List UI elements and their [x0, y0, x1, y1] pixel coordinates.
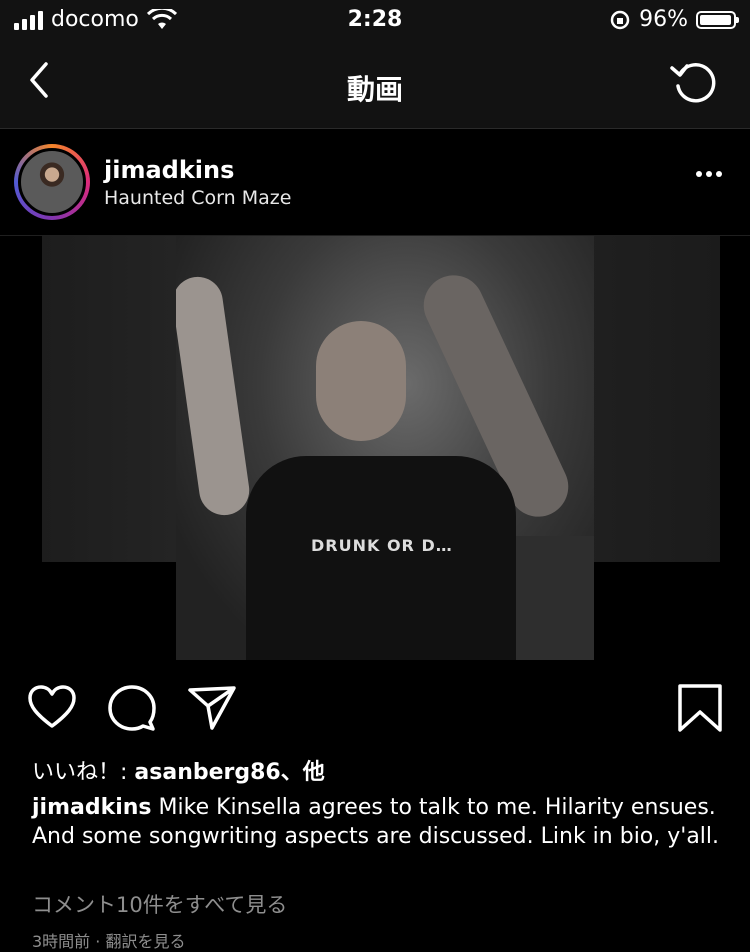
status-left: docomo	[14, 7, 177, 32]
orientation-lock-icon	[610, 10, 630, 29]
likes-prefix: いいね！:	[32, 760, 135, 785]
comment-icon[interactable]	[106, 682, 158, 734]
carrier-label: docomo	[51, 7, 139, 32]
post-caption: jimadkins Mike Kinsella agrees to talk t…	[32, 793, 722, 851]
status-right: 96%	[609, 7, 739, 32]
likes-line: いいね！: asanberg86、他	[32, 754, 325, 786]
likes-user[interactable]: asanberg86	[134, 760, 280, 785]
post-video[interactable]: DRUNK OR D…	[0, 236, 750, 660]
status-bar: docomo 2:28 96%	[0, 0, 750, 44]
post-header: jimadkins Haunted Corn Maze	[0, 129, 750, 236]
video-frame: DRUNK OR D…	[176, 236, 594, 660]
view-all-comments-link[interactable]: コメント10件をすべて見る	[32, 889, 287, 919]
signal-icon	[14, 10, 43, 30]
more-options-icon[interactable]	[696, 171, 722, 177]
heart-icon[interactable]	[26, 682, 78, 734]
refresh-icon[interactable]	[668, 56, 720, 108]
post-location[interactable]: Haunted Corn Maze	[104, 187, 291, 209]
wifi-icon	[146, 8, 177, 29]
avatar-image	[18, 148, 86, 216]
likes-suffix[interactable]: 、他	[281, 760, 325, 785]
battery-percent: 96%	[639, 7, 688, 32]
action-bar	[0, 680, 750, 736]
video-shirt-text: DRUNK OR D…	[311, 536, 453, 555]
nav-bar: 動画	[0, 44, 750, 129]
battery-icon	[696, 10, 739, 29]
post-timestamp: 3時間前 · 翻訳を見る	[32, 932, 186, 951]
caption-username[interactable]: jimadkins	[32, 795, 152, 820]
page-title: 動画	[346, 73, 403, 106]
avatar[interactable]	[14, 144, 90, 220]
bookmark-icon[interactable]	[674, 682, 726, 734]
post-username[interactable]: jimadkins	[104, 156, 234, 184]
share-icon[interactable]	[186, 682, 238, 734]
